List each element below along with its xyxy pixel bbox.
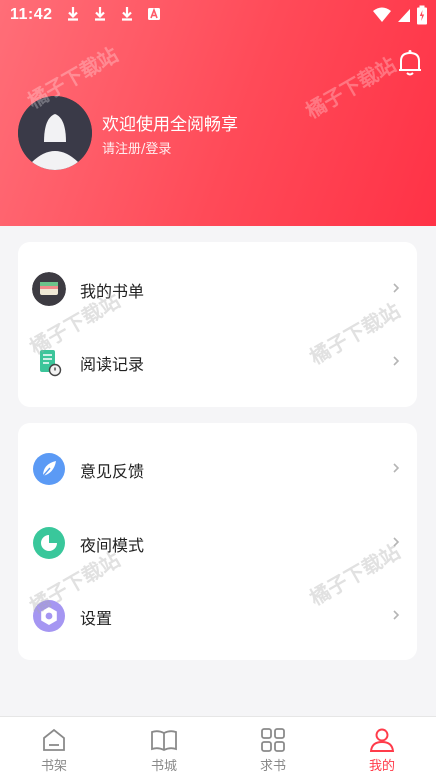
chevron-right-icon (393, 356, 400, 366)
a-icon (148, 7, 160, 20)
watermark: 橘子下载站 (301, 52, 401, 124)
bottom-nav: 书架 书城 求书 我的 (0, 716, 436, 776)
nav-tab-request-book[interactable]: 求书 (233, 717, 313, 776)
menu-item-label: 我的书单 (80, 282, 145, 301)
status-bar: 11:42 (0, 0, 436, 30)
wifi-icon (373, 7, 391, 22)
reading-record-icon (40, 350, 62, 377)
user-placeholder-icon (18, 96, 92, 170)
nav-tab-bookshelf[interactable]: 书架 (14, 717, 94, 776)
menu-item-night-mode[interactable]: 夜间模式 (18, 512, 417, 572)
download-icon (68, 7, 78, 21)
signal-icon (398, 9, 410, 22)
menu-item-reading-record[interactable]: 阅读记录 (18, 331, 417, 391)
chevron-right-icon (393, 283, 400, 293)
request-book-icon (261, 728, 285, 752)
booklist-icon (32, 272, 66, 306)
bookshelf-icon (43, 728, 65, 751)
profile-header: 11:42 欢迎使用全阅畅享 请注册/登录 橘子下载站 橘子下载站 (0, 0, 436, 226)
register-login-link[interactable]: 请注册/登录 (102, 138, 171, 157)
menu-item-label: 阅读记录 (80, 355, 145, 374)
chevron-right-icon (393, 610, 400, 620)
menu-item-booklist[interactable]: 我的书单 (18, 258, 417, 318)
settings-icon (33, 600, 65, 632)
chevron-right-icon (393, 463, 400, 473)
download-icon (122, 7, 132, 21)
feedback-icon (33, 453, 65, 485)
menu-item-settings[interactable]: 设置 (18, 585, 417, 645)
menu-item-feedback[interactable]: 意见反馈 (18, 438, 417, 498)
nav-label: 书架 (40, 759, 67, 774)
menu-card-secondary: 意见反馈 夜间模式 设置 橘子下载站 橘子下载站 (18, 423, 417, 660)
menu-item-label: 意见反馈 (80, 462, 145, 481)
nav-tab-profile[interactable]: 我的 (342, 717, 422, 776)
bell-icon[interactable] (396, 48, 424, 78)
welcome-text: 欢迎使用全阅畅享 (102, 115, 238, 135)
nav-label: 书城 (150, 759, 177, 774)
profile-icon (369, 728, 395, 752)
nav-label: 我的 (368, 759, 395, 774)
download-icon (95, 7, 105, 21)
menu-item-label: 夜间模式 (80, 536, 145, 555)
battery-icon (417, 5, 427, 25)
chevron-right-icon (393, 537, 400, 547)
bookstore-icon (151, 730, 177, 752)
menu-card-primary: 我的书单 阅读记录 橘子下载站 橘子下载站 (18, 242, 417, 407)
menu-item-label: 设置 (80, 609, 113, 628)
nav-label: 求书 (259, 759, 286, 774)
night-mode-icon (33, 527, 65, 559)
nav-tab-bookstore[interactable]: 书城 (124, 717, 204, 776)
status-time: 11:42 (10, 6, 53, 23)
avatar[interactable] (18, 96, 92, 170)
